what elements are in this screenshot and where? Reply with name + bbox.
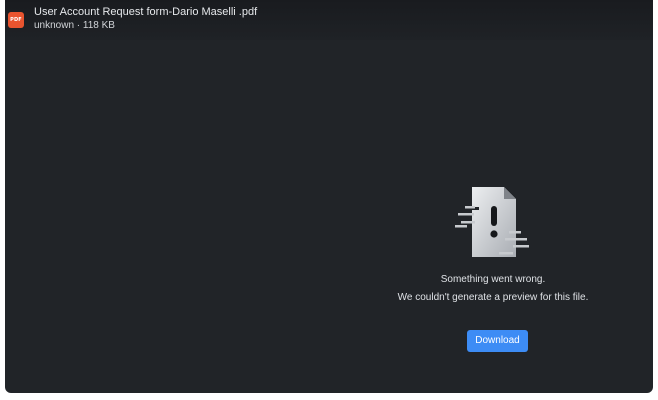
pdf-file-icon: PDF	[8, 12, 24, 28]
file-meta: unknown · 118 KB	[34, 20, 115, 31]
file-header: PDF User Account Request form-Dario Mase…	[5, 0, 653, 40]
preview-error-panel: Something went wrong. We couldn't genera…	[393, 182, 593, 362]
download-button[interactable]: Download	[467, 330, 528, 352]
file-preview-viewer: PDF User Account Request form-Dario Mase…	[5, 0, 653, 393]
error-description: We couldn't generate a preview for this …	[397, 292, 589, 303]
file-name: User Account Request form-Dario Maselli …	[34, 6, 258, 18]
error-title: Something went wrong.	[440, 274, 546, 285]
broken-file-icon	[455, 187, 529, 257]
